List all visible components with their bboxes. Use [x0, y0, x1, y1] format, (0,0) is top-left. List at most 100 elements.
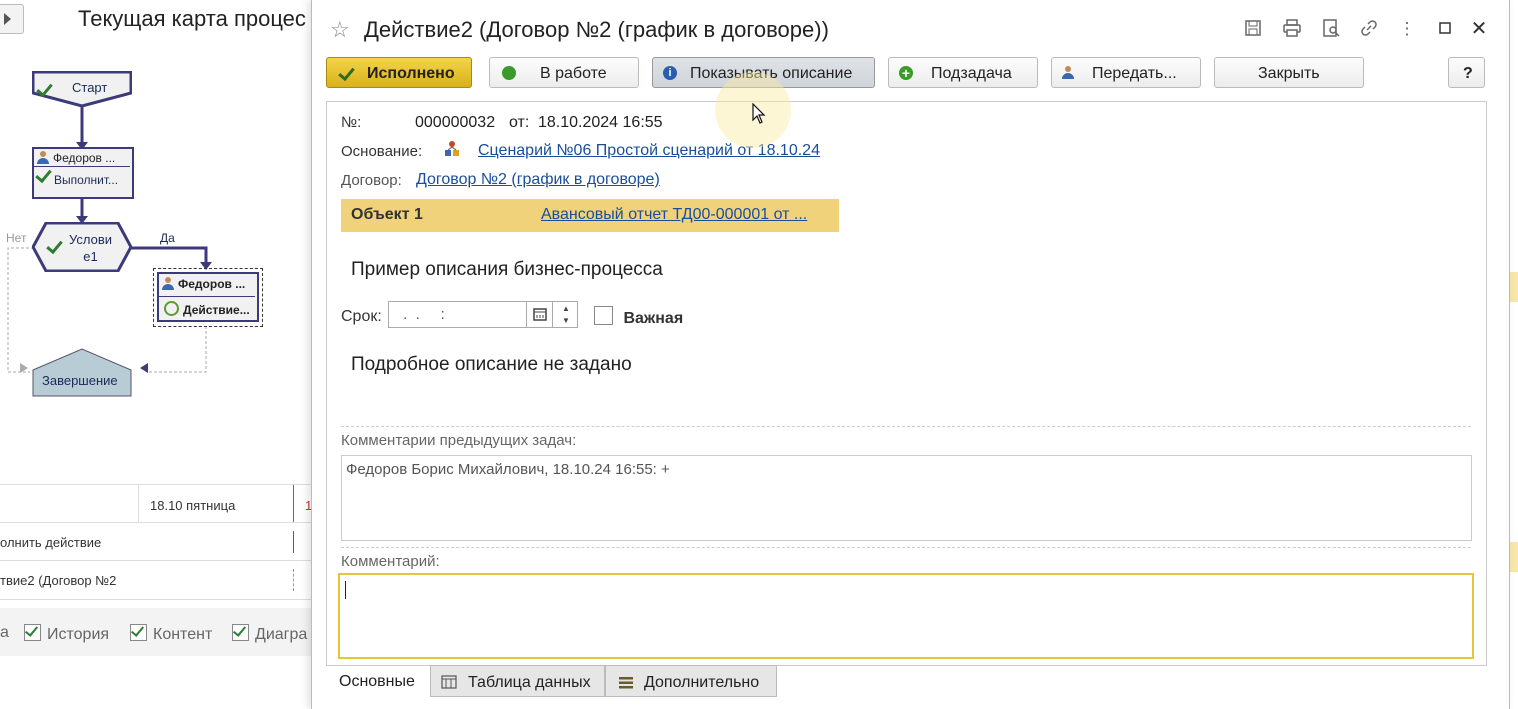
option-partial[interactable]: а	[0, 624, 9, 642]
previous-comments-label: Комментарии предыдущих задач:	[341, 432, 577, 449]
green-dot-icon	[502, 66, 516, 80]
option-label: а	[0, 624, 9, 641]
option-content[interactable]: Контент	[130, 624, 212, 644]
option-diagram[interactable]: Диагра	[232, 624, 307, 644]
contract-link[interactable]: Договор №2 (график в договоре)	[416, 171, 660, 189]
diagram-start-node[interactable]: Старт	[32, 71, 132, 107]
tab-main[interactable]: Основные	[326, 665, 430, 697]
grid-header: 18.10 пятница 1	[0, 484, 312, 523]
checkbox-checked-icon[interactable]	[232, 624, 249, 641]
in-work-label: В работе	[540, 65, 607, 82]
diagram-end-node[interactable]: Завершение	[32, 348, 132, 397]
form-tabs: Основные Таблица данных Дополнительно	[326, 665, 826, 697]
deadline-input[interactable]: . . : ▲ ▼	[388, 301, 578, 328]
grid-bar	[293, 531, 294, 553]
transfer-button[interactable]: Передать...	[1051, 57, 1201, 88]
important-checkbox[interactable]: Важная	[594, 306, 683, 328]
task2-user-row: Федоров ...	[162, 277, 245, 291]
close-button[interactable]: Закрыть	[1214, 57, 1364, 88]
comment-label: Комментарий:	[341, 553, 440, 570]
grid-col-divider	[138, 485, 139, 523]
transfer-label: Передать...	[1092, 65, 1177, 82]
basis-link[interactable]: Сценарий №06 Простой сценарий от 18.10.2…	[478, 142, 820, 160]
tab-data-table-label: Таблица данных	[468, 674, 591, 691]
scenario-icon	[443, 140, 461, 160]
tab-additional[interactable]: Дополнительно	[605, 665, 777, 697]
grid-row[interactable]: олнить действие	[0, 522, 312, 561]
favorite-star-icon[interactable]: ☆	[330, 17, 350, 43]
subtask-label: Подзадача	[931, 65, 1012, 82]
task1-action-row: Выполнит...	[34, 165, 130, 195]
done-button[interactable]: Исполнено	[326, 57, 472, 88]
task1-action: Выполнит...	[54, 173, 119, 187]
text-cursor	[345, 581, 346, 599]
check-icon	[338, 63, 355, 82]
option-history[interactable]: История	[24, 624, 109, 644]
task-dialog: ☆ Действие2 (Договор №2 (график в догово…	[311, 0, 1510, 709]
info-icon: i	[663, 66, 677, 80]
diagram-condition-node[interactable]: Услови е1	[32, 222, 132, 272]
object-link[interactable]: Авансовый отчет ТД00-000001 от ...	[541, 206, 807, 224]
task1-user: Федоров ...	[53, 151, 116, 165]
number-label: №:	[341, 114, 362, 131]
task1-user-row: Федоров ...	[37, 151, 115, 165]
option-label: История	[47, 626, 110, 643]
window-controls: ⋮ ✕	[1242, 18, 1492, 40]
object-label: Объект 1	[351, 206, 423, 223]
close-icon[interactable]: ✕	[1468, 18, 1490, 40]
checkbox-icon[interactable]	[594, 306, 613, 325]
yes-branch-label: Да	[160, 231, 175, 245]
calendar-icon[interactable]	[526, 302, 553, 327]
in-work-button[interactable]: В работе	[489, 57, 639, 88]
save-icon[interactable]	[1242, 18, 1264, 40]
start-label: Старт	[72, 80, 108, 95]
checkbox-checked-icon[interactable]	[130, 624, 147, 641]
grid-bar	[293, 569, 294, 591]
mouse-pointer-icon	[752, 102, 766, 130]
link-icon[interactable]	[1358, 18, 1380, 40]
grid-row[interactable]: твие2 (Договор №2	[0, 560, 312, 600]
from-value: 18.10.2024 16:55	[538, 114, 663, 131]
check-icon	[35, 165, 52, 184]
divider	[341, 547, 1471, 548]
dialog-toolbar: Исполнено В работе i Показывать описание…	[326, 57, 1486, 91]
page-title: Текущая карта процес	[78, 6, 306, 31]
user-transfer-icon	[1062, 66, 1074, 79]
forward-button[interactable]	[0, 4, 24, 34]
preview-icon[interactable]	[1320, 18, 1342, 40]
tab-main-label: Основные	[339, 673, 415, 690]
done-button-label: Исполнено	[367, 65, 455, 82]
tab-data-table[interactable]: Таблица данных	[430, 665, 605, 697]
object-row: Объект 1 Авансовый отчет ТД00-000001 от …	[341, 199, 839, 232]
description-text: Пример описания бизнес-процесса	[351, 259, 663, 280]
from-label: от:	[509, 114, 530, 131]
comment-input[interactable]	[338, 573, 1474, 659]
help-label: ?	[1463, 65, 1473, 82]
important-label: Важная	[623, 310, 684, 327]
divider	[341, 426, 1471, 427]
close-label: Закрыть	[1258, 65, 1320, 82]
grid-row-text: олнить действие	[0, 535, 102, 550]
chevron-down-icon[interactable]: ▼	[562, 316, 570, 325]
help-button[interactable]: ?	[1448, 57, 1485, 88]
list-icon	[619, 676, 633, 694]
diagram-task1-node[interactable]: Федоров ... Выполнит...	[32, 147, 134, 199]
condition-label: Услови е1	[69, 232, 113, 264]
pending-circle-icon	[164, 301, 179, 316]
checkbox-checked-icon[interactable]	[24, 624, 41, 641]
chevron-up-icon[interactable]: ▲	[562, 304, 570, 313]
print-icon[interactable]	[1281, 18, 1303, 40]
contract-label: Договор:	[341, 172, 402, 189]
plus-icon: +	[899, 66, 913, 80]
maximize-icon[interactable]	[1434, 18, 1456, 40]
previous-comments-box[interactable]: Федоров Борис Михайлович, 18.10.24 16:55…	[341, 455, 1472, 541]
grid-today-line	[293, 485, 294, 523]
option-label: Диагра	[255, 626, 308, 643]
more-menu-icon[interactable]: ⋮	[1396, 18, 1418, 40]
grid-header-date: 18.10 пятница	[150, 498, 236, 513]
previous-comments-value: Федоров Борис Михайлович, 18.10.24 16:55…	[346, 461, 670, 478]
task-form: №: 000000032 от: 18.10.2024 16:55 Основа…	[326, 101, 1487, 666]
subtask-button[interactable]: + Подзадача	[888, 57, 1038, 88]
spin-buttons[interactable]: ▲ ▼	[552, 302, 578, 327]
diagram-task2-node[interactable]: Федоров ... Действие...	[153, 268, 263, 327]
